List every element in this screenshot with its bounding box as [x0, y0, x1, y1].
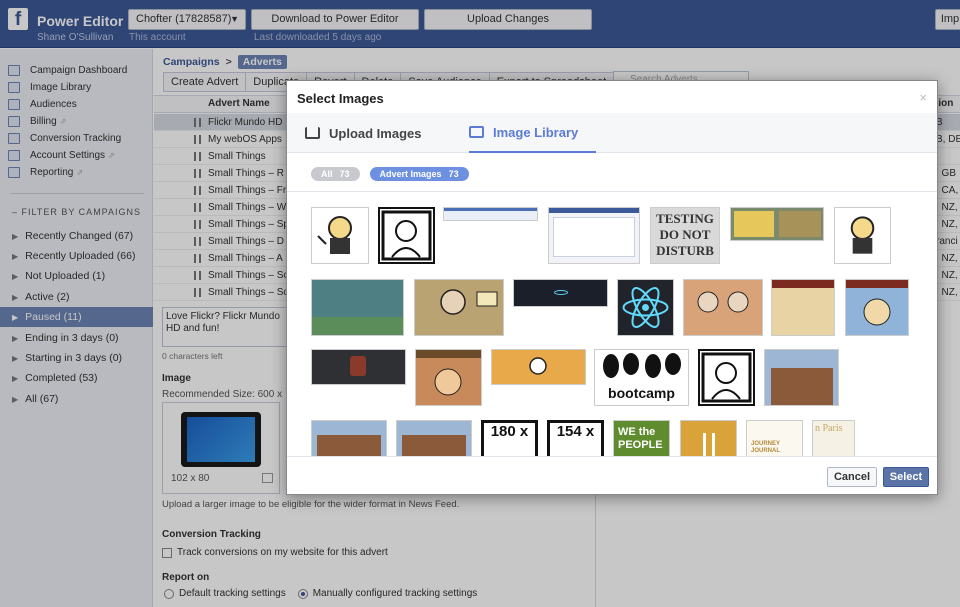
image-thumb[interactable]: JOURNEY JOURNAL — [746, 420, 803, 456]
image-thumb[interactable] — [396, 420, 472, 456]
react-logo-icon — [622, 287, 669, 328]
tab-upload-images[interactable]: Upload Images — [305, 113, 421, 153]
screenshot-titlebar — [549, 208, 639, 213]
image-thumb[interactable] — [683, 279, 763, 336]
close-icon[interactable]: × — [919, 90, 927, 105]
image-thumb[interactable] — [771, 279, 835, 336]
cartoon-icon — [850, 216, 875, 254]
image-thumb[interactable] — [311, 420, 387, 456]
size-154-text: 154 x — [556, 423, 595, 440]
cartoon-icon — [863, 298, 891, 326]
react-banner-text — [554, 290, 568, 295]
image-thumb[interactable]: WE the PEOPLE — [613, 420, 670, 456]
narcissist-banner — [416, 350, 481, 358]
image-library-icon — [469, 126, 484, 138]
pill-all[interactable]: All 73 — [311, 167, 360, 181]
cartoon-icon — [317, 216, 352, 254]
dialog-tabs: Upload Images Image Library — [287, 113, 937, 153]
image-thumb[interactable] — [311, 349, 406, 385]
image-grid: TESTING DO NOT DISTURB bootcamp 180 x 15… — [287, 193, 937, 456]
testing-text: TESTING DO NOT DISTURB — [656, 211, 714, 258]
image-thumb[interactable] — [680, 420, 737, 456]
image-thumb[interactable] — [311, 279, 404, 336]
dialog-divider — [287, 191, 937, 192]
building-photo — [771, 368, 833, 405]
image-thumb[interactable] — [845, 279, 909, 336]
image-thumb[interactable] — [730, 207, 824, 241]
image-thumb[interactable]: n Paris — [812, 420, 855, 456]
journey-journal-text: JOURNEY JOURNAL — [751, 441, 781, 454]
scene-figure — [350, 356, 366, 376]
cancel-button[interactable]: Cancel — [827, 467, 877, 487]
image-thumb[interactable]: 154 x — [547, 420, 604, 456]
screenshot-panel — [553, 217, 635, 257]
image-thumb[interactable] — [698, 349, 755, 406]
building-photo — [402, 435, 466, 456]
image-thumb[interactable] — [443, 207, 538, 221]
image-thumb[interactable] — [513, 279, 608, 307]
image-filter-pills: All 73 Advert Images 73 — [311, 167, 479, 181]
pill-advert-images[interactable]: Advert Images 73 — [369, 167, 469, 181]
unicorn-banner — [772, 280, 834, 288]
cartoon-icon — [529, 357, 547, 375]
portrait-icon — [701, 352, 752, 403]
select-button[interactable]: Select — [883, 467, 929, 487]
tab-image-library[interactable]: Image Library — [469, 113, 597, 153]
size-180-text: 180 x — [490, 423, 529, 440]
image-thumb[interactable] — [617, 279, 674, 336]
image-thumb[interactable] — [415, 349, 482, 406]
dialog-title: Select Images — [297, 91, 384, 106]
bootcamp-text: bootcamp — [608, 385, 675, 401]
screenshot-bar — [444, 208, 537, 211]
image-thumb[interactable] — [834, 207, 891, 264]
cartoon-icon — [434, 368, 462, 396]
image-thumb[interactable] — [311, 207, 369, 264]
comic-panel — [779, 211, 821, 237]
building-photo — [317, 435, 381, 456]
select-images-dialog: Select Images × Upload Images Image Libr… — [286, 80, 938, 495]
cartoon-icon — [697, 291, 749, 313]
image-thumb[interactable] — [414, 279, 504, 336]
cartoon-icon — [440, 289, 498, 315]
comic-panel — [734, 211, 774, 237]
scene-ground — [312, 317, 403, 335]
footprints-icon — [603, 353, 681, 378]
we-the-people-text: WE the PEOPLE — [618, 426, 663, 451]
upload-icon — [305, 127, 320, 139]
paris-text: n Paris — [815, 423, 843, 434]
image-thumb[interactable] — [764, 349, 839, 406]
image-thumb[interactable] — [548, 207, 640, 264]
portrait-icon — [381, 210, 432, 261]
idiot-banner — [846, 280, 908, 288]
image-thumb[interactable]: TESTING DO NOT DISTURB — [650, 207, 720, 264]
letter-mark — [703, 433, 715, 456]
image-thumb[interactable] — [491, 349, 586, 385]
image-thumb[interactable]: bootcamp — [594, 349, 689, 406]
image-thumb[interactable] — [378, 207, 435, 264]
image-thumb[interactable]: 180 x — [481, 420, 538, 456]
dialog-footer: Cancel Select — [287, 456, 937, 494]
